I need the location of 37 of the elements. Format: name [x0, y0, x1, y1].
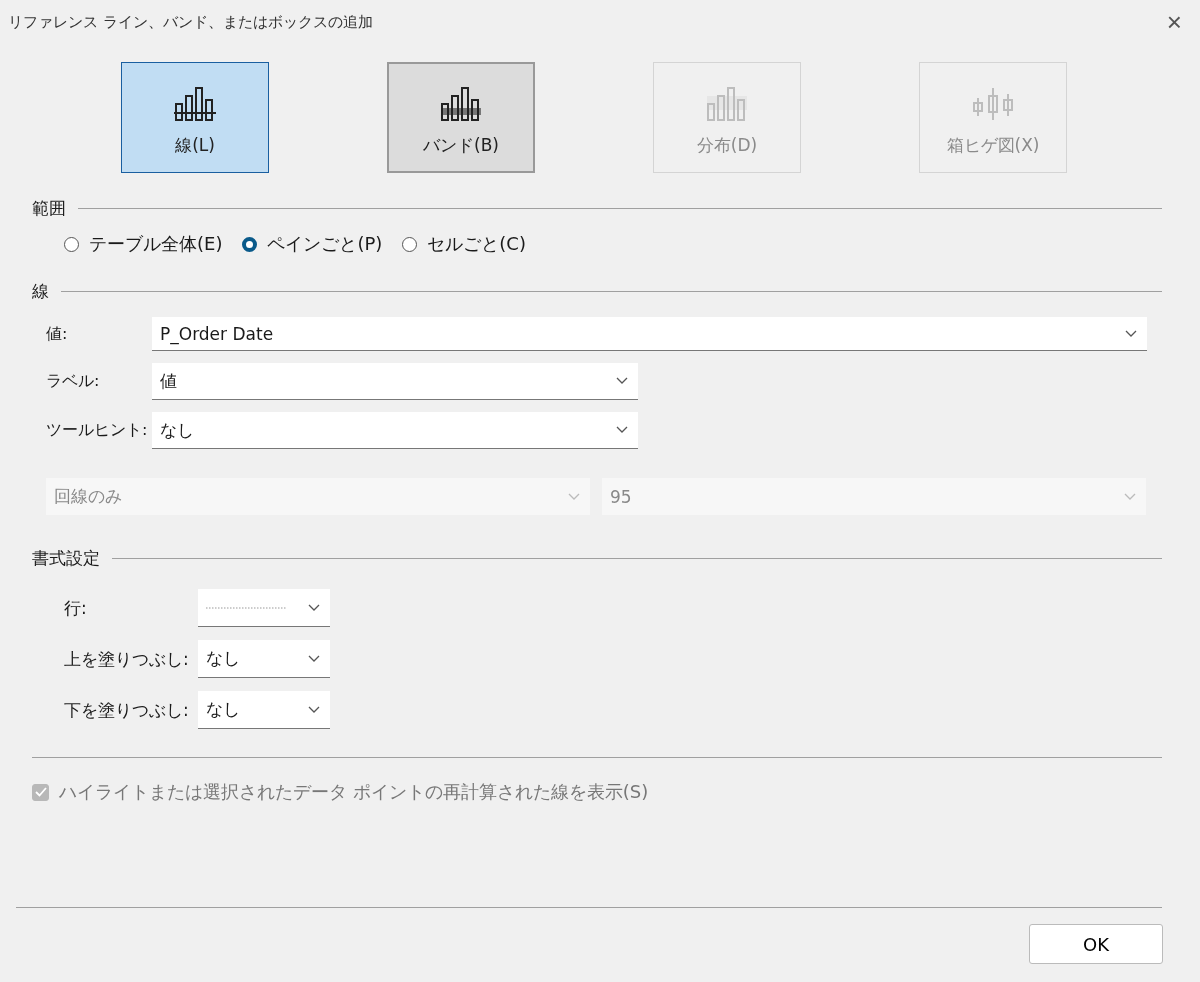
dropdown[interactable]: なし: [152, 412, 638, 449]
chart-type-button[interactable]: バンド(B): [387, 62, 535, 173]
window-title: リファレンス ライン、バンド、またはボックスの追加: [8, 12, 373, 32]
field-label: 値:: [46, 323, 69, 345]
field-label: 行:: [64, 596, 88, 620]
section-title: 書式設定: [32, 547, 100, 570]
ok-button[interactable]: OK: [1029, 924, 1163, 964]
chart-type-button[interactable]: 線(L): [121, 62, 269, 173]
caret-icon: [616, 377, 628, 385]
dropdown[interactable]: なし: [198, 691, 330, 729]
section-title: 範囲: [32, 197, 66, 220]
caret-icon: [1124, 492, 1136, 501]
caret-icon: [308, 654, 320, 663]
radio-option[interactable]: セルごと(C): [402, 232, 526, 256]
line-style-dropdown[interactable]: [198, 589, 330, 627]
dropdown[interactable]: P_Order Date: [152, 317, 1147, 351]
bar-chart-icon: [440, 86, 482, 122]
field-label: ラベル:: [46, 371, 101, 392]
dotted-line-icon: [206, 605, 286, 610]
dropdown[interactable]: 値: [152, 363, 638, 400]
field-label: 上を塗りつぶし:: [64, 647, 190, 671]
shaded-bars-icon: [706, 86, 748, 122]
box-plot-icon: [972, 86, 1014, 122]
field-label: ツールヒント:: [46, 420, 149, 441]
caret-icon: [308, 705, 320, 714]
section-title: 線: [32, 280, 49, 303]
caret-icon: [308, 603, 320, 612]
caret-icon: [568, 492, 580, 501]
caret-icon: [1125, 329, 1137, 338]
bar-chart-icon: [174, 86, 216, 122]
caret-icon: [616, 426, 628, 434]
dropdown[interactable]: なし: [198, 640, 330, 678]
close-button[interactable]: ×: [1162, 9, 1186, 35]
radio-option[interactable]: ペインごと(P): [242, 232, 383, 256]
radio-option[interactable]: テーブル全体(E): [64, 232, 223, 256]
field-label: 下を塗りつぶし:: [64, 698, 190, 722]
check-icon: [34, 787, 47, 797]
